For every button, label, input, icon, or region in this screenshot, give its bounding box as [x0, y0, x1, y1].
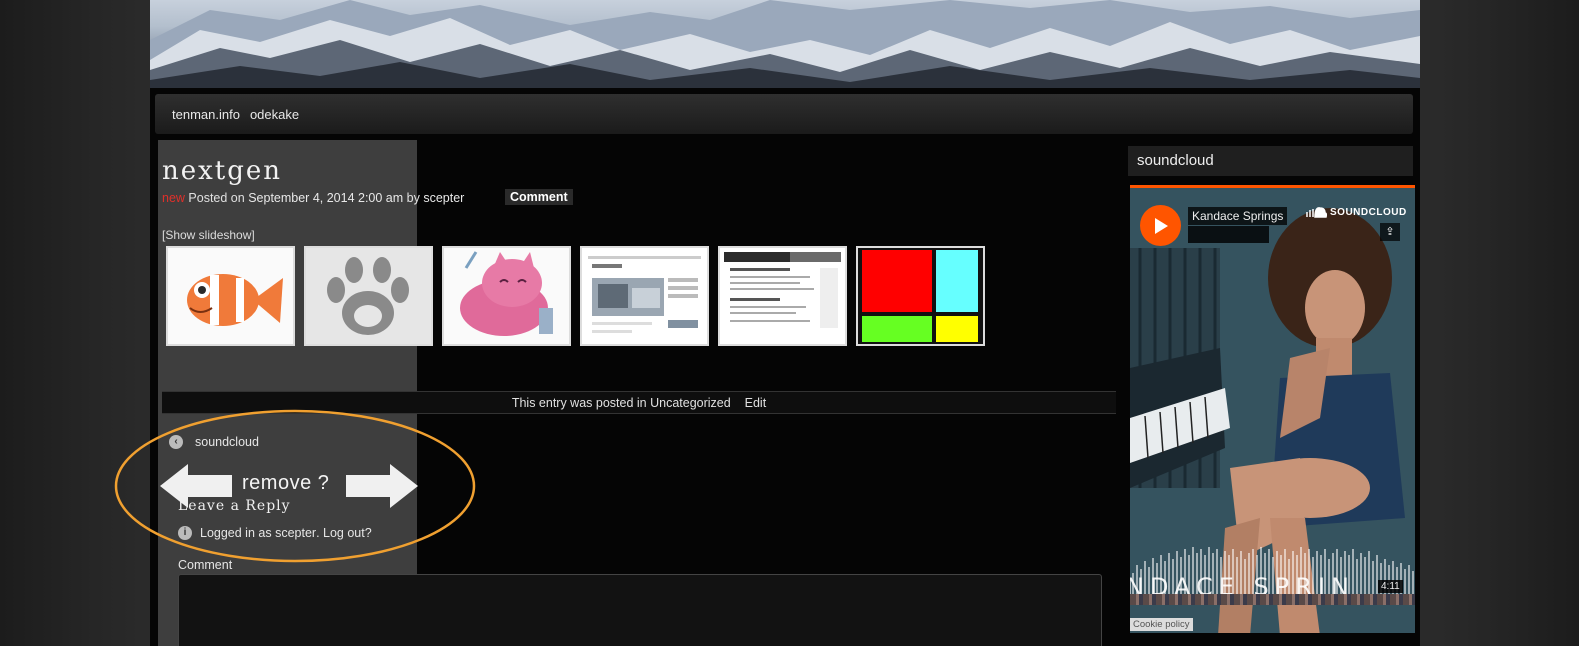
artist-name-link[interactable]: Kandace Springs: [1188, 207, 1288, 225]
soundcloud-brand: SOUNDCLOUD: [1330, 206, 1407, 218]
share-icon[interactable]: ⇪: [1380, 223, 1400, 241]
soundcloud-logo[interactable]: SOUNDCLOUD: [1305, 206, 1407, 218]
user-profile-link[interactable]: scepter: [275, 526, 316, 540]
thumbnail-document-screenshot[interactable]: [718, 246, 847, 346]
post-title: nextgen: [162, 156, 283, 186]
info-icon: i: [178, 526, 192, 540]
main-nav: tenman.info odekake: [155, 94, 1413, 134]
play-button[interactable]: [1140, 205, 1181, 246]
right-arrow-icon: [346, 464, 418, 508]
previous-post-link[interactable]: ‹ soundcloud: [169, 435, 259, 449]
previous-post-label: soundcloud: [195, 435, 259, 449]
thumbnail-pink-cat[interactable]: [442, 246, 571, 346]
soundcloud-player[interactable]: Kandace Springs SOUNDCLOUD ⇪ NDACE SPRIN…: [1130, 185, 1415, 633]
timed-comments-strip[interactable]: [1130, 594, 1415, 605]
annotation-text: remove ?: [242, 472, 330, 494]
track-title-link[interactable]: [1188, 226, 1269, 243]
post-date-link[interactable]: September 4, 2014 2:00 am: [248, 191, 403, 205]
thumbnail-paw-print[interactable]: [304, 246, 433, 346]
cookie-policy-link[interactable]: Cookie policy: [1130, 618, 1193, 631]
category-link[interactable]: Uncategorized: [650, 396, 731, 410]
thumbnail-clownfish[interactable]: [166, 246, 295, 346]
post-meta: new Posted on September 4, 2014 2:00 am …: [162, 191, 464, 205]
soundcloud-cloud-icon: [1306, 207, 1327, 218]
sidebar-widget-title: soundcloud: [1128, 146, 1413, 176]
logged-in-label: Logged in as: [200, 526, 272, 540]
thumbnail-color-blocks[interactable]: [856, 246, 985, 346]
entry-meta-bar: This entry was posted in Uncategorized E…: [162, 391, 1116, 414]
post-content: nextgen new Posted on September 4, 2014 …: [162, 140, 1117, 646]
gallery-thumbnails: [166, 246, 994, 346]
show-slideshow-link[interactable]: [Show slideshow]: [162, 228, 255, 242]
edit-link[interactable]: Edit: [745, 396, 767, 410]
comment-label: Comment: [178, 558, 233, 572]
nav-item-odekake[interactable]: odekake: [250, 107, 299, 122]
posted-on-label: Posted on: [188, 191, 245, 205]
track-duration: 4:11: [1378, 580, 1403, 593]
logged-in-info: i Logged in as scepter. Log out?: [178, 526, 372, 540]
nav-item-tenman[interactable]: tenman.info: [172, 107, 240, 122]
author-link[interactable]: scepter: [423, 191, 464, 205]
chevron-left-icon: ‹: [169, 435, 183, 449]
logout-link[interactable]: Log out?: [323, 526, 372, 540]
left-arrow-icon: [160, 464, 232, 508]
entry-posted-in-label: This entry was posted in: [511, 396, 647, 410]
header-mountain-image: [150, 0, 1420, 88]
comment-button[interactable]: Comment: [505, 189, 573, 205]
thumbnail-website-screenshot[interactable]: [580, 246, 709, 346]
comment-textarea[interactable]: [178, 574, 1102, 646]
new-badge: new: [162, 191, 185, 205]
by-label: by: [406, 191, 420, 205]
play-icon: [1154, 217, 1168, 234]
page: tenman.info odekake nextgen new Posted o…: [114, 0, 1420, 646]
